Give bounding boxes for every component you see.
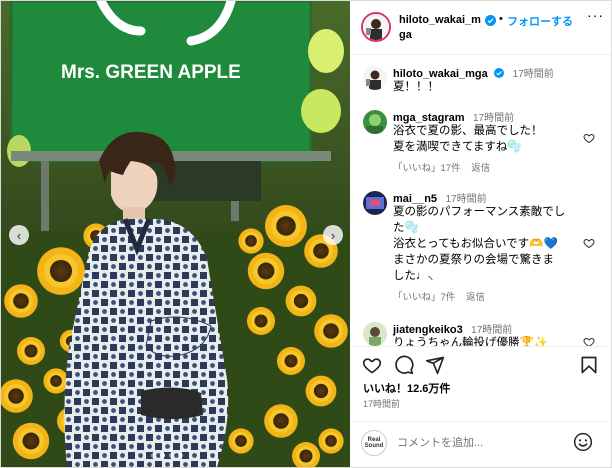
post-photo[interactable]: Mrs. GREEN APPLE ‹ › — [1, 1, 350, 467]
follow-button[interactable]: フォローする — [507, 13, 573, 29]
comment-line: 浴衣とってもお似合いです🫶💙 — [393, 238, 558, 250]
header-separator: • — [499, 13, 503, 25]
comment-item: mai__n5 17時間前 夏の影のパフォーマンス素敵でし た🫧 浴衣とってもお… — [351, 189, 611, 307]
comments-list[interactable]: hiloto_wakai_mga 17時間前 夏！！！ mga_stagram — [351, 56, 611, 346]
carousel-dot — [169, 453, 174, 458]
share-icon[interactable] — [425, 355, 445, 375]
comment-likes[interactable]: 「いいね」17件 — [393, 163, 461, 174]
comment-line: した♩⸜ — [393, 270, 434, 282]
comment-text: りょうちゃん輪投げ優勝🏆✨ — [393, 335, 583, 346]
post-header: hiloto_wakai_mga • フォローする ··· — [351, 1, 611, 55]
post-caption: hiloto_wakai_mga 17時間前 夏！！！ — [351, 64, 611, 94]
logo-text: Sound — [364, 443, 384, 449]
photo-illustration: Mrs. GREEN APPLE — [1, 1, 350, 467]
commenter-avatar[interactable] — [363, 322, 387, 346]
author-username[interactable]: hiloto_wakai_mga — [399, 13, 483, 43]
post-actions: いいね！12.6万件 17時間前 Real Sound — [351, 346, 611, 466]
like-comment-icon[interactable] — [583, 132, 595, 144]
reply-button[interactable]: 返信 — [466, 292, 485, 303]
comment-line: まさかの夏祭りの会場で驚きま — [393, 254, 554, 266]
chevron-left-icon: ‹ — [16, 227, 22, 243]
comment-footer: 「いいね」7件 返信 — [393, 289, 493, 303]
verified-badge-icon — [485, 15, 496, 26]
author-avatar[interactable] — [361, 12, 391, 42]
carousel-dot-active — [160, 453, 165, 458]
comment-likes[interactable]: 「いいね」7件 — [393, 292, 455, 303]
likes-count[interactable]: いいね！12.6万件 — [363, 380, 450, 396]
post-timestamp: 17時間前 — [363, 399, 401, 409]
emoji-icon[interactable] — [573, 432, 593, 452]
add-comment-input[interactable] — [397, 434, 567, 452]
post-side-panel: hiloto_wakai_mga • フォローする ··· hiloto_wak… — [351, 1, 611, 467]
commenter-avatar[interactable] — [363, 191, 387, 215]
more-options-icon[interactable]: ··· — [587, 7, 604, 23]
commenter-avatar[interactable] — [363, 110, 387, 134]
caption-avatar[interactable] — [363, 66, 387, 90]
carousel-dot — [178, 453, 183, 458]
comment-text: 夏の影のパフォーマンス素敵でし た🫧 浴衣とってもお似合いです🫶💙 まさかの夏祭… — [393, 204, 583, 284]
comment-line: 浴衣で夏の影、最高でした！ — [393, 125, 543, 137]
verified-badge-icon — [494, 68, 505, 78]
heart-icon[interactable] — [362, 355, 382, 375]
carousel-indicators — [151, 453, 183, 458]
banner-text: Mrs. GREEN APPLE — [61, 62, 241, 83]
bookmark-icon[interactable] — [579, 355, 599, 375]
comment-item: mga_stagram 17時間前 浴衣で夏の影、最高でした！ 夏を満喫できてま… — [351, 108, 611, 178]
previous-slide-button[interactable]: ‹ — [9, 225, 29, 245]
comment-line: りょうちゃん輪投げ優勝🏆✨ — [393, 337, 549, 346]
comment-line: た🫧 — [393, 222, 419, 234]
reply-button[interactable]: 返信 — [471, 163, 490, 174]
comment-line: 夏を満喫できてますね🫧 — [393, 141, 522, 153]
like-comment-icon[interactable] — [583, 336, 595, 346]
comment-text: 浴衣で夏の影、最高でした！ 夏を満喫できてますね🫧 — [393, 123, 583, 155]
chevron-right-icon: › — [330, 227, 336, 243]
comment-line: 夏の影のパフォーマンス素敵でし — [393, 206, 566, 218]
caption-text: 夏！！！ — [393, 81, 439, 93]
like-comment-icon[interactable] — [583, 237, 595, 249]
comment-footer: 「いいね」17件 返信 — [393, 160, 498, 174]
comment-icon[interactable] — [394, 355, 414, 375]
comment-item: jiatengkeiko3 17時間前 りょうちゃん輪投げ優勝🏆✨ — [351, 320, 611, 346]
add-comment-bar: Real Sound — [351, 421, 611, 467]
next-slide-button[interactable]: › — [323, 225, 343, 245]
carousel-dot — [151, 453, 156, 458]
viewer-avatar-logo[interactable]: Real Sound — [361, 430, 387, 456]
